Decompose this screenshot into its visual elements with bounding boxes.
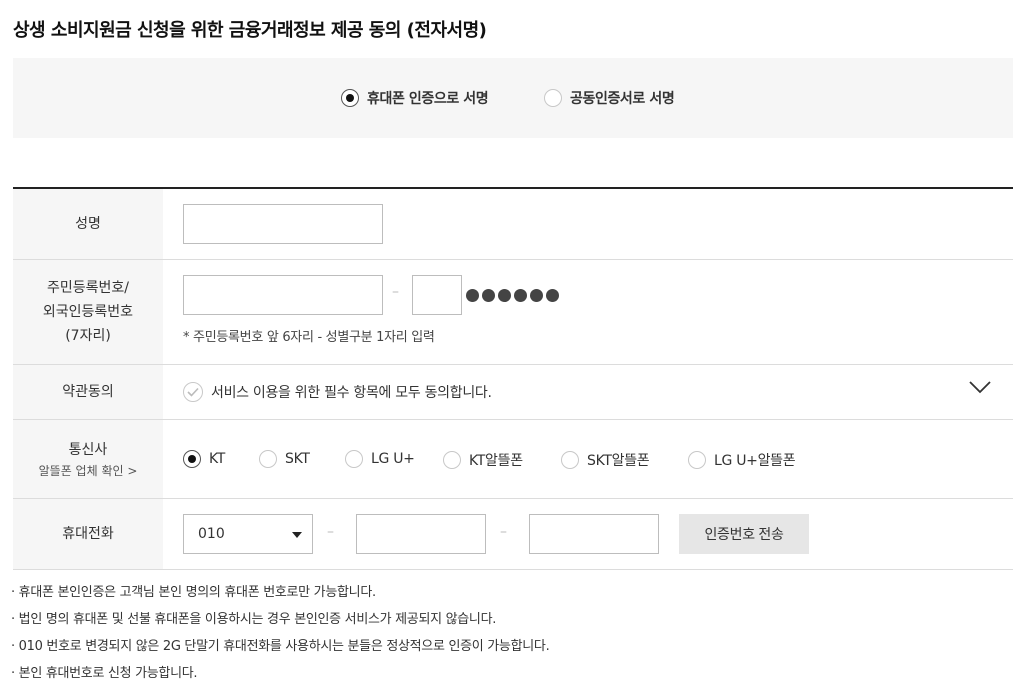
radio-unselected-icon[interactable] <box>561 451 579 469</box>
dash-separator: – <box>327 524 334 540</box>
resident-id-label: 주민등록번호/ 외국인등록번호 (7자리) <box>13 260 163 364</box>
carrier-option-kt-mvno[interactable]: KT알뜰폰 <box>443 450 523 470</box>
sign-option-certificate-label: 공동인증서로 서명 <box>570 91 675 107</box>
sign-option-phone[interactable]: 휴대폰 인증으로 서명 <box>341 88 489 108</box>
radio-unselected-icon[interactable] <box>443 451 461 469</box>
resident-id-hint: * 주민등록번호 앞 6자리 - 성별구분 1자리 입력 <box>183 330 435 345</box>
sign-option-certificate[interactable]: 공동인증서로 서명 <box>544 88 675 108</box>
radio-unselected-icon[interactable] <box>688 451 706 469</box>
row-name: 성명 <box>13 189 1013 260</box>
sign-method-box: 휴대폰 인증으로 서명 공동인증서로 서명 <box>13 58 1013 138</box>
radio-unselected-icon[interactable] <box>259 450 277 468</box>
consent-form: 성명 주민등록번호/ 외국인등록번호 (7자리) – ●●●●●● * 주민등록… <box>13 187 1013 570</box>
dash-separator: – <box>500 524 507 540</box>
terms-agree-all[interactable]: 서비스 이용을 위한 필수 항목에 모두 동의합니다. <box>183 382 492 402</box>
terms-agree-text: 서비스 이용을 위한 필수 항목에 모두 동의합니다. <box>211 385 492 401</box>
note-item: · 법인 명의 휴대폰 및 선불 휴대폰을 이용하시는 경우 본인인증 서비스가… <box>11 612 497 627</box>
page-title: 상생 소비지원금 신청을 위한 금융거래정보 제공 동의 (전자서명) <box>13 20 487 41</box>
dash-separator: – <box>392 284 399 300</box>
note-item: · 본인 휴대번호로 신청 가능합니다. <box>11 666 198 681</box>
note-item: · 휴대폰 본인인증은 고객님 본인 명의의 휴대폰 번호로만 가능합니다. <box>11 585 376 600</box>
phone-label: 휴대전화 <box>13 499 163 569</box>
carrier-option-lgu-mvno[interactable]: LG U+알뜰폰 <box>688 450 796 470</box>
phone-last-input[interactable] <box>529 514 659 554</box>
name-input[interactable] <box>183 204 383 244</box>
row-terms: 약관동의 서비스 이용을 위한 필수 항목에 모두 동의합니다. <box>13 365 1013 420</box>
caret-down-icon <box>292 532 302 538</box>
radio-unselected-icon[interactable] <box>544 89 562 107</box>
resident-id-gender-input[interactable] <box>412 275 462 315</box>
notes-list: · 휴대폰 본인인증은 고객님 본인 명의의 휴대폰 번호로만 가능합니다. ·… <box>11 582 550 690</box>
mvno-check-link[interactable]: 알뜰폰 업체 확인 > <box>39 462 138 480</box>
name-label: 성명 <box>13 189 163 259</box>
send-auth-code-button[interactable]: 인증번호 전송 <box>679 514 809 554</box>
radio-selected-icon[interactable] <box>183 450 201 468</box>
carrier-option-lgu[interactable]: LG U+ <box>345 450 415 468</box>
radio-selected-icon[interactable] <box>341 89 359 107</box>
resident-id-front-input[interactable] <box>183 275 383 315</box>
row-phone: 휴대전화 010 – – 인증번호 전송 <box>13 499 1013 570</box>
sign-option-phone-label: 휴대폰 인증으로 서명 <box>367 91 489 107</box>
radio-unselected-icon[interactable] <box>345 450 363 468</box>
phone-prefix-select[interactable]: 010 <box>183 514 313 554</box>
row-resident-id: 주민등록번호/ 외국인등록번호 (7자리) – ●●●●●● * 주민등록번호 … <box>13 260 1013 365</box>
row-carrier: 통신사 알뜰폰 업체 확인 > KT SKT LG U+ KT알뜰폰 SKT알뜰… <box>13 420 1013 499</box>
masked-digits <box>466 289 559 302</box>
carrier-option-kt[interactable]: KT <box>183 450 225 468</box>
carrier-label: 통신사 알뜰폰 업체 확인 > <box>13 420 163 498</box>
terms-label: 약관동의 <box>13 365 163 419</box>
carrier-option-skt-mvno[interactable]: SKT알뜰폰 <box>561 450 650 470</box>
phone-middle-input[interactable] <box>356 514 486 554</box>
carrier-option-skt[interactable]: SKT <box>259 450 310 468</box>
check-circle-icon[interactable] <box>183 382 203 402</box>
note-item: · 010 번호로 변경되지 않은 2G 단말기 휴대전화를 사용하시는 분들은… <box>11 639 550 654</box>
chevron-down-icon[interactable] <box>969 379 991 398</box>
